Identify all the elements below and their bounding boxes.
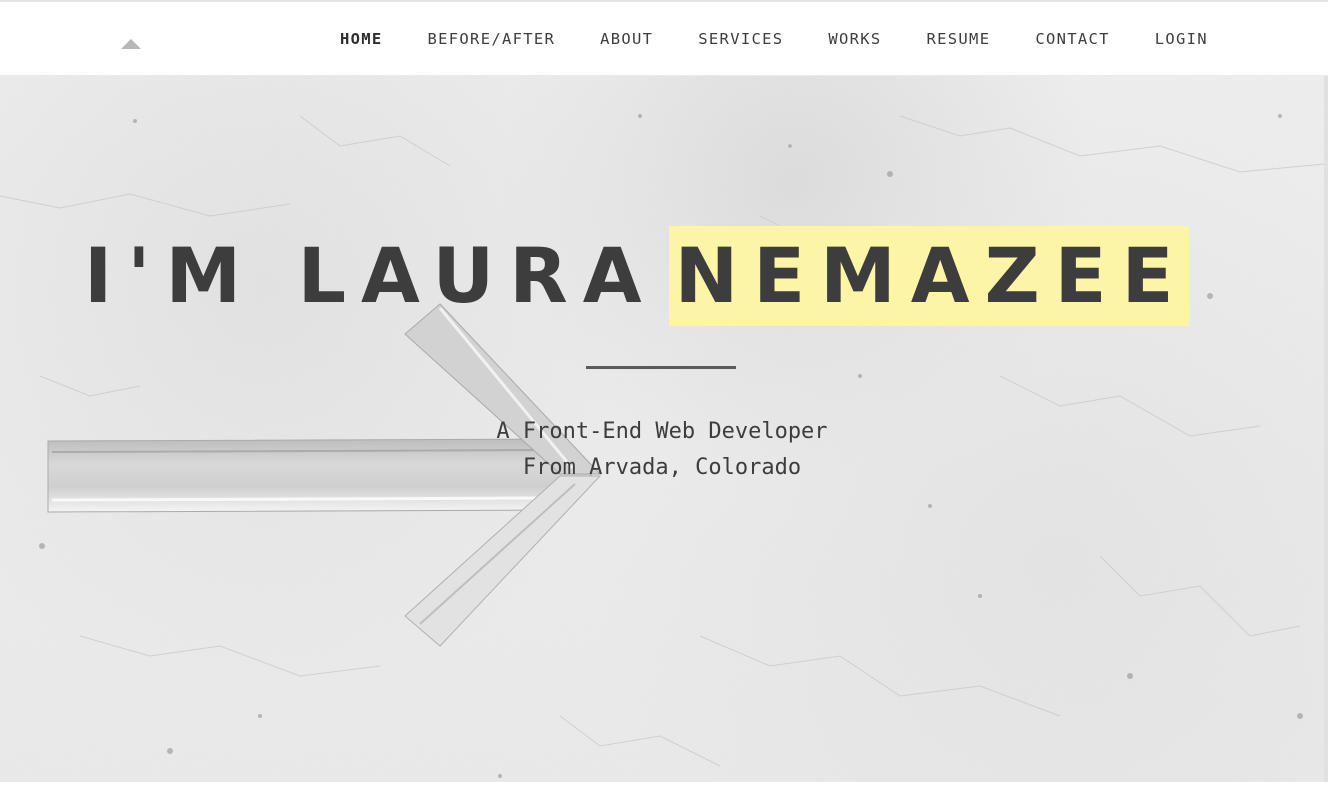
hero-tagline: A Front-End Web Developer From Arvada, C… (0, 414, 1324, 486)
nav-item-home[interactable]: HOME (340, 30, 383, 48)
scrollbar-edge (1324, 76, 1328, 782)
nav-item-resume[interactable]: RESUME (927, 30, 991, 48)
nav-item-login[interactable]: LOGIN (1155, 30, 1208, 48)
top-navigation-bar: HOME BEFORE/AFTER ABOUT SERVICES WORKS R… (0, 0, 1328, 76)
tagline-line-1: A Front-End Web Developer (496, 419, 828, 444)
hero-title-highlight: NEMAZEE (668, 226, 1189, 326)
nav-item-contact[interactable]: CONTACT (1035, 30, 1109, 48)
nav-item-services[interactable]: SERVICES (698, 30, 783, 48)
nav-item-about[interactable]: ABOUT (600, 30, 653, 48)
caret-up-icon[interactable] (121, 39, 141, 49)
hero-title-first: I'M LAURA (84, 231, 657, 320)
bottom-strip (0, 782, 1328, 790)
hero-section: I'M LAURA NEMAZEE A Front-End Web Develop… (0, 76, 1324, 782)
hero-title: I'M LAURA NEMAZEE (84, 226, 1189, 326)
nav-item-before-after[interactable]: BEFORE/AFTER (428, 30, 556, 48)
divider (586, 366, 736, 369)
main-nav: HOME BEFORE/AFTER ABOUT SERVICES WORKS R… (340, 29, 1253, 49)
tagline-line-2: From Arvada, Colorado (522, 455, 802, 480)
nav-item-works[interactable]: WORKS (828, 30, 881, 48)
page: HOME BEFORE/AFTER ABOUT SERVICES WORKS R… (0, 0, 1328, 790)
